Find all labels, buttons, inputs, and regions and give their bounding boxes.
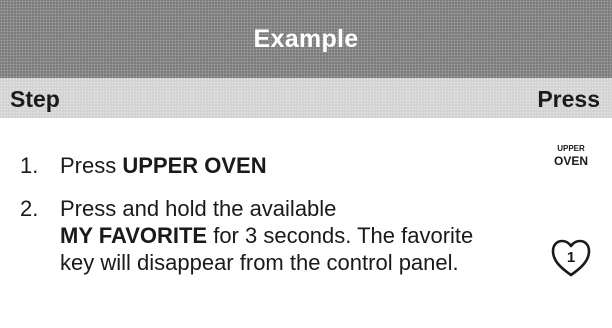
table-header-row: Step Press xyxy=(0,78,612,118)
step-key-name: MY FAVORITE xyxy=(60,223,208,248)
upper-oven-key-line2: OVEN xyxy=(553,154,588,168)
press-column-header: Press xyxy=(537,86,600,112)
example-title: Example xyxy=(253,24,359,53)
upper-oven-key-line1: UPPER xyxy=(557,144,585,153)
step-number: 1. xyxy=(20,153,39,178)
step-column-header: Step xyxy=(10,86,60,112)
step-key-name: UPPER OVEN xyxy=(122,153,267,178)
step-text: Press and hold the available MY FAVORITE … xyxy=(60,195,480,276)
favorite-key-number: 1 xyxy=(567,249,575,266)
step-text: Press UPPER OVEN xyxy=(60,152,480,179)
upper-oven-key: UPPER OVEN xyxy=(540,143,602,168)
step-number: 2. xyxy=(20,196,39,221)
title-bar: Example xyxy=(0,0,612,78)
heart-icon: 1 xyxy=(551,239,591,277)
step-text-plain: Press xyxy=(60,153,123,178)
step-text-plain: Press and hold the available xyxy=(60,196,337,221)
